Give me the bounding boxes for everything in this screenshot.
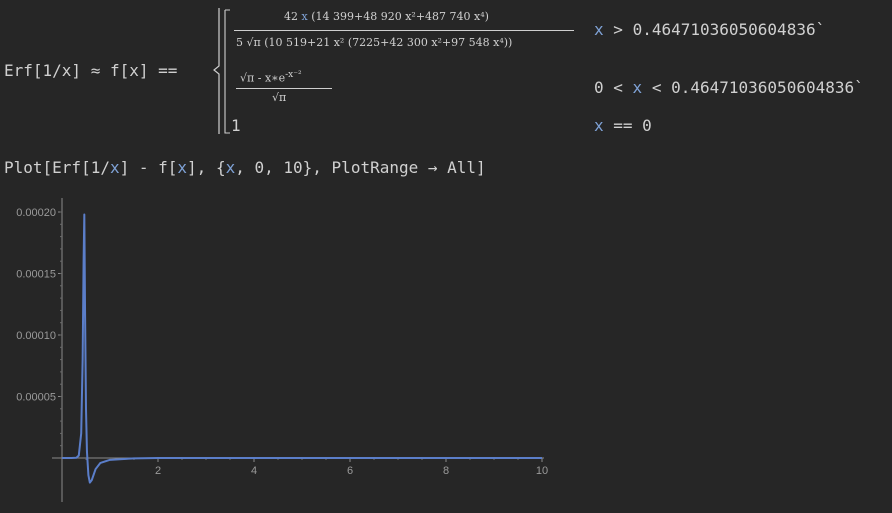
x-tick-label: 4 bbox=[251, 465, 257, 477]
y-tick-label: 0.00020 bbox=[16, 207, 56, 219]
case1-denominator: 5 √π (10 519+21 x² (7225+42 300 x²+97 54… bbox=[236, 36, 513, 49]
x-tick-label: 6 bbox=[347, 465, 353, 477]
y-tick-label: 0.00005 bbox=[16, 392, 56, 404]
case1-numerator: 42 x (14 399+48 920 x²+487 740 x⁴) bbox=[284, 10, 489, 23]
lhs-text: Erf[1/x] ≈ f[x] == bbox=[4, 61, 178, 80]
x-tick-label: 10 bbox=[536, 465, 548, 477]
case2-numerator: √π - x∗e-x⁻² bbox=[240, 70, 302, 85]
series-line bbox=[62, 213, 542, 484]
piecewise-brace bbox=[213, 8, 230, 134]
y-tick-label: 0.00010 bbox=[16, 330, 56, 342]
y-tick-label: 0.00015 bbox=[16, 269, 56, 281]
x-axis-ticks: 2 4 6 8 10 bbox=[85, 458, 548, 477]
input1-lhs[interactable]: Erf[1/x] ≈ f[x] == bbox=[4, 61, 177, 80]
case1-fraction-bar bbox=[234, 30, 574, 31]
plot-output[interactable]: 2 4 6 8 10 0.00005 0.00010 0.00015 0.00020 bbox=[0, 190, 560, 510]
case1-condition[interactable]: x > 0.46471036050604836` bbox=[594, 20, 825, 39]
case2-denominator: √π bbox=[272, 91, 287, 104]
case2-condition[interactable]: 0 < x < 0.46471036050604836` bbox=[594, 78, 864, 97]
case3-value: 1 bbox=[231, 116, 241, 135]
y-axis-ticks: 0.00005 0.00010 0.00015 0.00020 bbox=[16, 207, 62, 447]
case2-fraction-bar bbox=[236, 88, 332, 89]
x-tick-label: 8 bbox=[443, 465, 449, 477]
case3-condition[interactable]: x == 0 bbox=[594, 116, 652, 135]
plot-axes bbox=[52, 198, 544, 502]
plot-curves bbox=[62, 213, 542, 484]
input2-plot-command[interactable]: Plot[Erf[1/x] - f[x], {x, 0, 10}, PlotRa… bbox=[4, 158, 486, 177]
x-tick-label: 2 bbox=[155, 465, 161, 477]
